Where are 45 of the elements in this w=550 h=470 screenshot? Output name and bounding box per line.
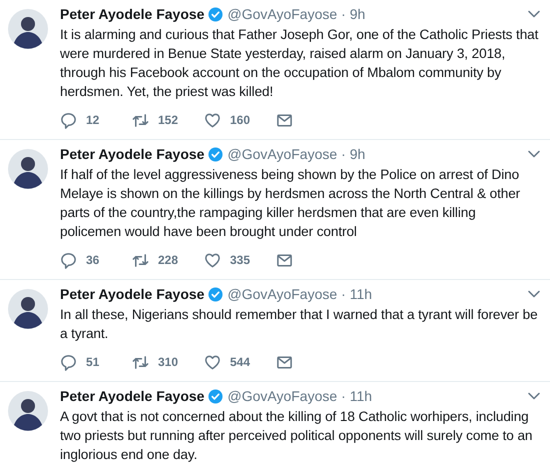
tweet-text: A govt that is not concerned about the killing of 18 Catholic worhipers, including two priests but running after perceived political opponents will surely come to an inglorious end one day. [60, 408, 534, 464]
retweet-icon[interactable] [132, 112, 149, 128]
retweet-icon[interactable] [132, 252, 149, 268]
author-handle[interactable]: @GovAyoFayose [227, 146, 338, 162]
tweet-time[interactable]: · 9h [341, 6, 366, 22]
tweet-time[interactable]: · 11h [341, 388, 372, 404]
tweet-time[interactable]: · 11h [341, 286, 372, 302]
like-count: 544 [230, 355, 250, 369]
like-count: 160 [230, 113, 250, 127]
envelope-icon[interactable] [276, 112, 293, 128]
envelope-icon[interactable] [276, 354, 293, 370]
author-name[interactable]: Peter Ayodele Fayose [60, 6, 204, 22]
heart-icon[interactable] [204, 252, 221, 268]
tweet-time[interactable]: · 9h [341, 146, 366, 162]
avatar[interactable] [8, 149, 48, 189]
envelope-icon[interactable] [276, 252, 293, 268]
heart-icon[interactable] [204, 112, 221, 128]
author-handle[interactable]: @GovAyoFayose [227, 286, 338, 302]
tweet-text: It is alarming and curious that Father Joseph Gor, one of the Catholic Priests that were murdered in Benue State yesterday, raised alarm on January 3, 2018, through his Facebook account on the occupation of Mbalom community by herdsmen. Yet, the priest was killed! [60, 26, 540, 101]
chevron-down-icon[interactable] [528, 8, 540, 20]
author-handle[interactable]: @GovAyoFayose [227, 6, 338, 22]
avatar[interactable] [8, 391, 48, 431]
author-name[interactable]: Peter Ayodele Fayose [60, 146, 204, 162]
reply-icon[interactable] [60, 252, 77, 268]
retweet-count: 228 [158, 253, 178, 267]
chevron-down-icon[interactable] [528, 148, 540, 160]
avatar[interactable] [8, 9, 48, 49]
like-count: 335 [230, 253, 250, 267]
author-name[interactable]: Peter Ayodele Fayose [60, 286, 204, 302]
avatar[interactable] [8, 289, 48, 329]
author-name[interactable]: Peter Ayodele Fayose [60, 388, 204, 404]
tweet-text: In all these, Nigerians should remember that I warned that a tyrant will forever be a tyrant. [60, 306, 539, 343]
reply-icon[interactable] [60, 354, 77, 370]
chevron-down-icon[interactable] [528, 390, 540, 402]
reply-count: 51 [86, 355, 100, 369]
reply-icon[interactable] [60, 112, 77, 128]
author-handle[interactable]: @GovAyoFayose [227, 388, 338, 404]
chevron-down-icon[interactable] [528, 288, 540, 300]
reply-count: 12 [86, 113, 100, 127]
retweet-icon[interactable] [132, 354, 149, 370]
retweet-count: 152 [158, 113, 178, 127]
tweet-text: If half of the level aggressiveness being shown by the Police on arrest of Dino Melaye is shown on the killings by herdsmen across the North Central & other parts of the country,the rampaging killer herdsmen that are even killing policemen would have been brought under control [60, 166, 522, 241]
heart-icon[interactable] [204, 354, 221, 370]
reply-count: 36 [86, 253, 100, 267]
retweet-count: 310 [158, 355, 178, 369]
